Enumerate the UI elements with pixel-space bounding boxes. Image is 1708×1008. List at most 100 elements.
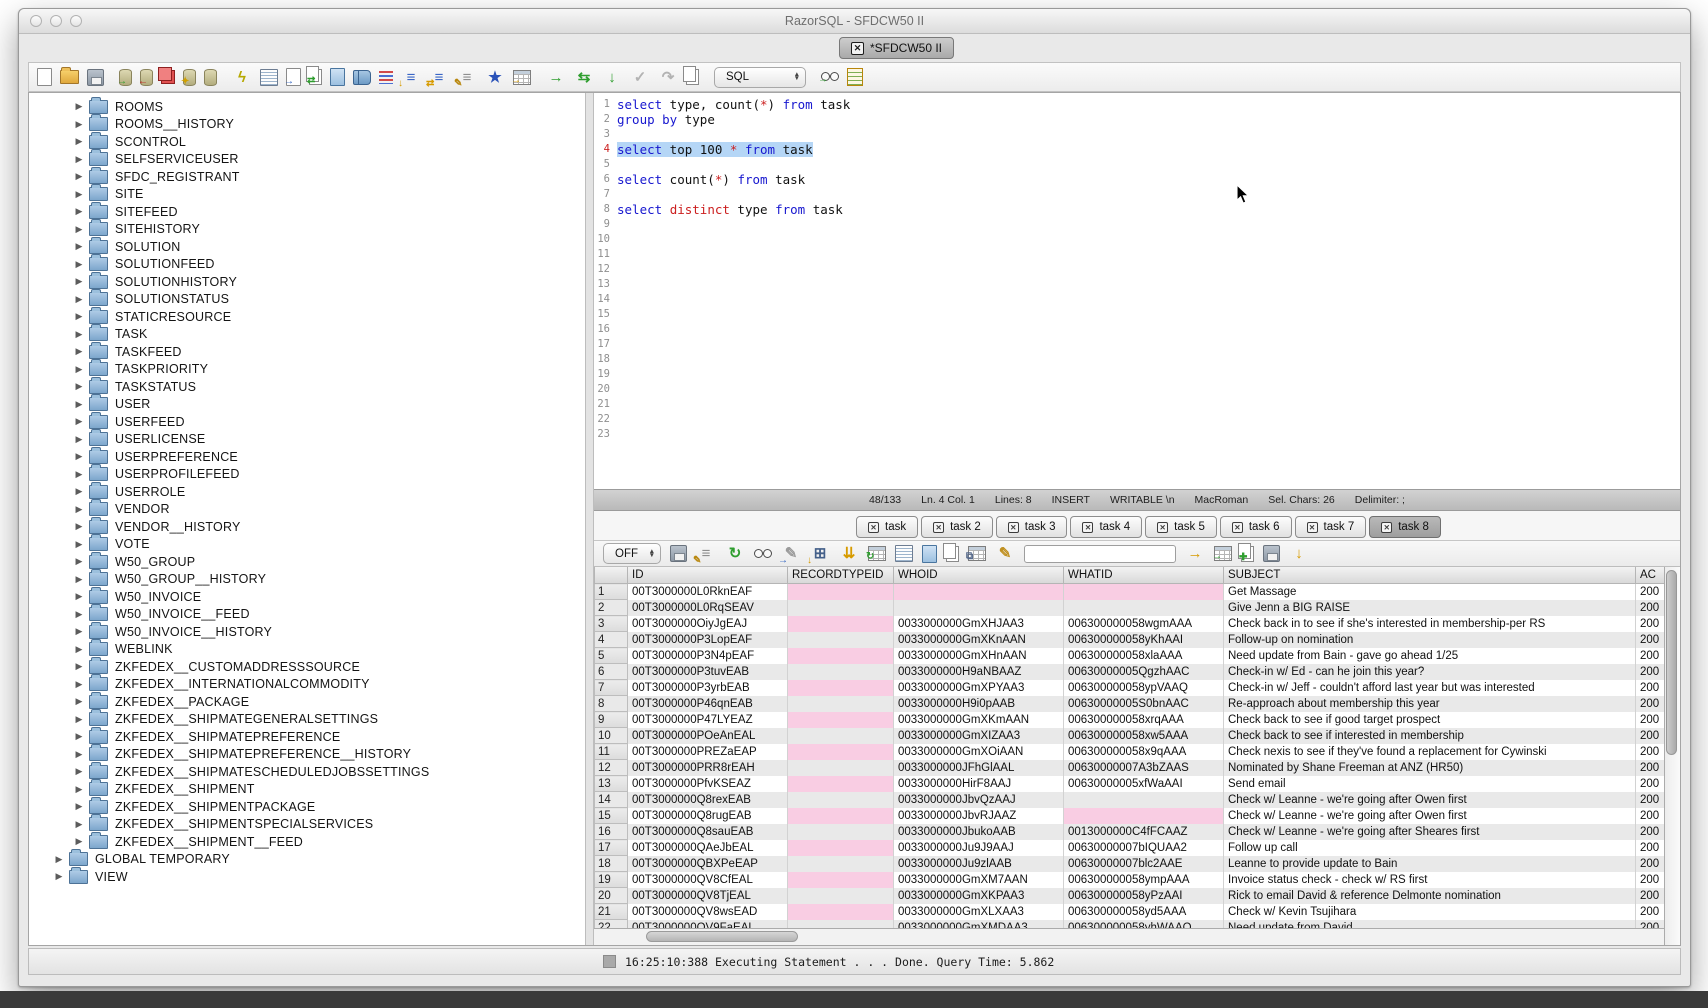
table-cell[interactable]	[788, 616, 894, 632]
table-cell[interactable]: 0033000000JbvRJAAZ	[894, 808, 1064, 824]
table-cell[interactable]	[788, 664, 894, 680]
disclosure-triangle-icon[interactable]: ▶	[73, 364, 85, 375]
describe-results-icon[interactable]	[895, 545, 913, 562]
table-cell[interactable]: Check back to see if interested in membe…	[1224, 728, 1636, 744]
results-search-input[interactable]	[1024, 545, 1176, 563]
disclosure-triangle-icon[interactable]: ▶	[73, 801, 85, 812]
export-table-icon[interactable]: →	[286, 68, 301, 86]
tree-item-w50_invoice__feed[interactable]: ▶W50_INVOICE__FEED	[29, 606, 585, 624]
table-cell[interactable]: 200	[1636, 856, 1665, 872]
column-header-subject[interactable]: SUBJECT	[1224, 567, 1636, 584]
tree-item-view[interactable]: ▶VIEW	[29, 868, 585, 886]
minimize-window-button[interactable]	[50, 15, 62, 27]
table-cell[interactable]: 0033000000JbvQzAAJ	[894, 792, 1064, 808]
disclosure-triangle-icon[interactable]: ▶	[73, 696, 85, 707]
tree-item-zkfedex__shipmatepreference[interactable]: ▶ZKFEDEX__SHIPMATEPREFERENCE	[29, 728, 585, 746]
table-cell[interactable]: Follow up call	[1224, 840, 1636, 856]
disclosure-triangle-icon[interactable]: ▶	[73, 591, 85, 602]
table-cell[interactable]: 0033000000GmXHnAAN	[894, 648, 1064, 664]
table-cell[interactable]: 0033000000GmXLXAA3	[894, 904, 1064, 920]
table-cell[interactable]	[788, 808, 894, 824]
disclosure-triangle-icon[interactable]: ▶	[73, 416, 85, 427]
table-cell[interactable]: 00T3000000QV9FaEAL	[628, 920, 788, 929]
result-tab-task-3[interactable]: ✕task 3	[996, 516, 1068, 538]
table-cell[interactable]	[788, 904, 894, 920]
copy-results-icon[interactable]	[946, 546, 959, 562]
disclosure-triangle-icon[interactable]: ▶	[73, 329, 85, 340]
commit-icon[interactable]	[161, 70, 175, 84]
tree-item-w50_invoice[interactable]: ▶W50_INVOICE	[29, 588, 585, 606]
disclosure-triangle-icon[interactable]: ▶	[73, 381, 85, 392]
tree-item-zkfedex__customaddresssource[interactable]: ▶ZKFEDEX__CUSTOMADDRESSSOURCE	[29, 658, 585, 676]
tree-item-site[interactable]: ▶SITE	[29, 186, 585, 204]
split-handle[interactable]	[585, 93, 594, 945]
sort-filter-icon[interactable]: ≡✎	[696, 544, 716, 564]
disconnect-icon[interactable]: ←	[140, 69, 153, 86]
code-line[interactable]	[617, 187, 1680, 202]
table-cell[interactable]: 00T3000000P47LYEAZ	[628, 712, 788, 728]
preview-icon[interactable]: →	[821, 71, 839, 83]
disclosure-triangle-icon[interactable]: ▶	[73, 661, 85, 672]
tree-item-selfserviceuser[interactable]: ▶SELFSERVICEUSER	[29, 151, 585, 169]
row-number-cell[interactable]: 16	[595, 824, 628, 840]
table-cell[interactable]: 0033000000HirF8AAJ	[894, 776, 1064, 792]
disclosure-triangle-icon[interactable]: ▶	[73, 206, 85, 217]
table-cell[interactable]	[1064, 792, 1224, 808]
row-number-cell[interactable]: 14	[595, 792, 628, 808]
disclosure-triangle-icon[interactable]: ▶	[73, 521, 85, 532]
table-cell[interactable]: 200	[1636, 824, 1665, 840]
table-cell[interactable]: 0033000000GmXKnAAN	[894, 632, 1064, 648]
tree-item-global temporary[interactable]: ▶GLOBAL TEMPORARY	[29, 851, 585, 869]
table-cell[interactable]: 00T3000000L0RqSEAV	[628, 600, 788, 616]
preview-results-icon[interactable]	[754, 548, 772, 560]
disclosure-triangle-icon[interactable]: ▶	[73, 749, 85, 760]
tree-item-vendor__history[interactable]: ▶VENDOR__HISTORY	[29, 518, 585, 536]
execute-down-icon[interactable]: ↓	[602, 67, 622, 87]
disclosure-triangle-icon[interactable]: ▶	[73, 346, 85, 357]
code-line[interactable]	[617, 157, 1680, 172]
table-cell[interactable]: 200	[1636, 744, 1665, 760]
table-cell[interactable]: 200	[1636, 872, 1665, 888]
table-cell[interactable]: 006300000058yPzAAI	[1064, 888, 1224, 904]
table-cell[interactable]: 00T3000000QAeJbEAL	[628, 840, 788, 856]
result-tab-task-6[interactable]: ✕task 6	[1220, 516, 1292, 538]
table-editor-icon[interactable]: →	[513, 70, 531, 85]
disclosure-triangle-icon[interactable]: ▶	[73, 399, 85, 410]
disclosure-triangle-icon[interactable]: ▶	[73, 486, 85, 497]
table-cell[interactable]: 00T3000000QV8wsEAD	[628, 904, 788, 920]
table-cell[interactable]: Check nexis to see if they've found a re…	[1224, 744, 1636, 760]
table-cell[interactable]: 200	[1636, 920, 1665, 929]
result-tab-task-8[interactable]: ✕task 8	[1369, 516, 1441, 538]
tree-item-sitehistory[interactable]: ▶SITEHISTORY	[29, 221, 585, 239]
row-number-cell[interactable]: 12	[595, 760, 628, 776]
table-cell[interactable]	[788, 888, 894, 904]
table-cell[interactable]: 00T3000000PREZaEAP	[628, 744, 788, 760]
describe-table-icon[interactable]	[260, 69, 278, 86]
row-number-cell[interactable]: 19	[595, 872, 628, 888]
limit-select[interactable]: OFF ▲▼	[603, 543, 661, 564]
disclosure-triangle-icon[interactable]: ▶	[73, 224, 85, 235]
table-cell[interactable]: 0033000000GmXKPAA3	[894, 888, 1064, 904]
table-cell[interactable]: 200	[1636, 616, 1665, 632]
table-cell[interactable]: 00T3000000QV8CfEAL	[628, 872, 788, 888]
tree-item-sitefeed[interactable]: ▶SITEFEED	[29, 203, 585, 221]
disclosure-triangle-icon[interactable]: ▶	[73, 101, 85, 112]
find-next-icon[interactable]: →	[1185, 544, 1205, 564]
code-line[interactable]: select distinct type from task	[617, 202, 1680, 217]
table-cell[interactable]	[788, 776, 894, 792]
code-line[interactable]: select top 100 * from task	[617, 142, 1680, 157]
sort-descending-icon[interactable]: ≡↓	[401, 67, 421, 87]
row-number-cell[interactable]: 7	[595, 680, 628, 696]
tree-item-w50_invoice__history[interactable]: ▶W50_INVOICE__HISTORY	[29, 623, 585, 641]
row-number-cell[interactable]: 17	[595, 840, 628, 856]
disclosure-triangle-icon[interactable]: ▶	[73, 731, 85, 742]
table-cell[interactable]	[788, 680, 894, 696]
table-cell[interactable]: 200	[1636, 712, 1665, 728]
table-cell[interactable]: Check w/ Leanne - we're going after Owen…	[1224, 808, 1636, 824]
sql-editor[interactable]: 1234567891011121314151617181920212223 se…	[594, 93, 1680, 489]
close-tab-icon[interactable]: ✕	[1157, 522, 1168, 533]
table-cell[interactable]: 006300000058x9qAAA	[1064, 744, 1224, 760]
table-cell[interactable]: 00T3000000P3yrbEAB	[628, 680, 788, 696]
copy-document-icon[interactable]	[686, 69, 699, 85]
disclosure-triangle-icon[interactable]: ▶	[73, 626, 85, 637]
